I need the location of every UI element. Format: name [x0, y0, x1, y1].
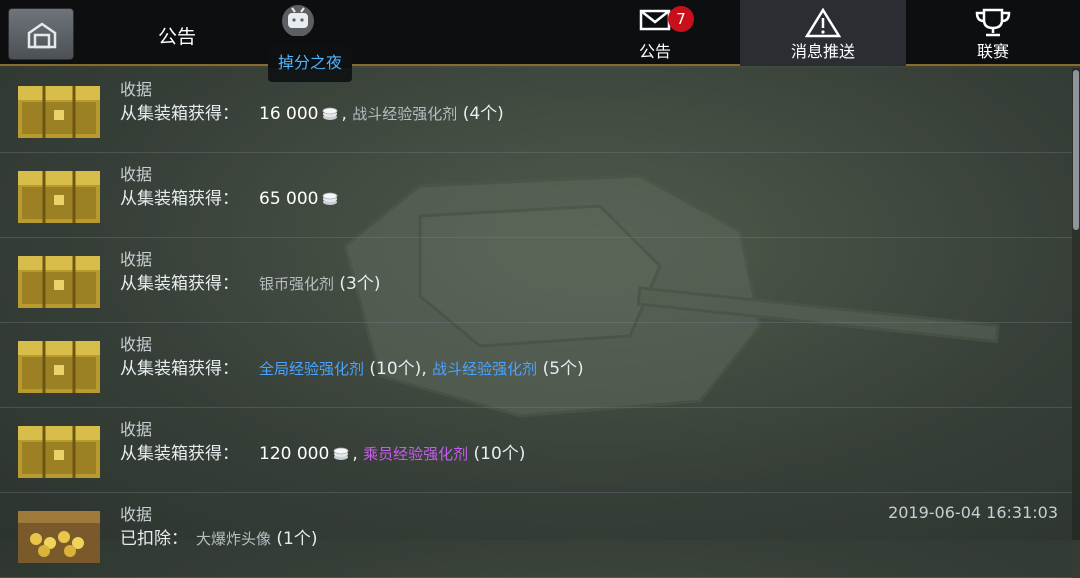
list-item[interactable]: 收据 从集装箱获得： 65 000	[0, 153, 1072, 238]
receipt-prefix: 从集装箱获得：	[120, 274, 239, 294]
receipt-title: 收据	[120, 250, 153, 269]
tab-push-notifications-label: 消息推送	[790, 42, 855, 61]
home-button[interactable]	[8, 8, 74, 60]
receipt-title: 收据	[120, 80, 153, 99]
list-item[interactable]: 收据 已扣除： 大爆炸头像 (1个) 2019-06-04 16:31:03	[0, 493, 1072, 578]
item-quantity: (5个)	[542, 359, 584, 379]
warning-icon	[805, 8, 841, 38]
receipt-line: 已扣除： 大爆炸头像 (1个)	[120, 524, 318, 549]
tab-league-label: 联赛	[976, 42, 1009, 61]
list-item[interactable]: 收据 从集装箱获得： 16 000, 战斗经验强化剂 (4个)	[0, 68, 1072, 153]
bilibili-tv-icon[interactable]	[280, 4, 316, 36]
item-quantity: (3个)	[339, 274, 381, 294]
receipt-prefix: 从集装箱获得：	[120, 444, 239, 464]
receipt-title: 收据	[120, 335, 153, 354]
treasure-chest-icon	[18, 511, 100, 563]
receipt-line: 从集装箱获得： 银币强化剂 (3个)	[120, 269, 381, 294]
gold-chest-icon	[18, 426, 100, 478]
gold-chest-icon	[18, 341, 100, 393]
item-name: 战斗经验强化剂	[432, 360, 538, 378]
item-quantity: (10个),	[369, 359, 427, 379]
gold-chest-icon	[18, 171, 100, 223]
item-separator: ,	[352, 444, 358, 464]
gold-chest-icon	[18, 256, 100, 308]
receipt-prefix: 已扣除：	[120, 529, 188, 549]
page-title: 公告	[158, 26, 197, 48]
receipt-line: 从集装箱获得： 16 000, 战斗经验强化剂 (4个)	[120, 99, 504, 124]
receipt-line: 从集装箱获得： 120 000, 乘员经验强化剂 (10个)	[120, 439, 525, 464]
list-item[interactable]: 收据 从集装箱获得： 120 000, 乘员经验强化剂 (10个)	[0, 408, 1072, 493]
tab-announcements-label: 公告	[638, 42, 671, 61]
receipt-title: 收据	[120, 505, 153, 524]
trophy-icon	[975, 8, 1011, 37]
receipt-title: 收据	[120, 420, 153, 439]
item-name: 银币强化剂	[259, 275, 335, 293]
top-bar: 公告 掉分之夜 公告 7 消息推送 联赛	[0, 0, 1080, 82]
silver-coin-icon	[323, 192, 338, 205]
receipt-prefix: 从集装箱获得：	[120, 189, 239, 209]
timestamp: 2019-06-04 16:31:03	[888, 503, 1058, 522]
credits-amount: 65 000	[259, 189, 319, 209]
receipt-line: 从集装箱获得： 65 000	[120, 184, 341, 209]
item-quantity: (10个)	[473, 444, 526, 464]
gold-chest-icon	[18, 86, 100, 138]
silver-coin-icon	[323, 107, 338, 120]
receipt-prefix: 从集装箱获得：	[120, 359, 239, 379]
scrollbar-thumb[interactable]	[1073, 70, 1079, 230]
item-name: 全局经验强化剂	[259, 360, 365, 378]
unread-badge: 7	[668, 6, 694, 32]
mail-icon	[639, 9, 671, 31]
item-quantity: (1个)	[276, 529, 318, 549]
item-separator: ,	[341, 104, 347, 124]
item-quantity: (4个)	[462, 104, 504, 124]
list-item[interactable]: 收据 从集装箱获得： 全局经验强化剂 (10个), 战斗经验强化剂 (5个)	[0, 323, 1072, 408]
tab-league[interactable]: 联赛	[920, 0, 1066, 66]
credits-amount: 16 000	[259, 104, 319, 124]
tab-announcements[interactable]: 公告	[600, 0, 710, 66]
credits-amount: 120 000	[259, 444, 330, 464]
silver-coin-icon	[333, 447, 349, 460]
receipt-title: 收据	[120, 165, 153, 184]
garage-icon	[27, 22, 57, 49]
tab-push-notifications[interactable]: 消息推送	[740, 0, 906, 66]
item-name: 乘员经验强化剂	[363, 445, 469, 463]
receipt-line: 从集装箱获得： 全局经验强化剂 (10个), 战斗经验强化剂 (5个)	[120, 354, 584, 379]
receipt-prefix: 从集装箱获得：	[120, 104, 239, 124]
notification-list[interactable]: 收据 从集装箱获得： 16 000, 战斗经验强化剂 (4个) 收据 从集装箱获得…	[0, 68, 1072, 578]
item-name: 大爆炸头像	[196, 530, 272, 548]
item-name: 战斗经验强化剂	[352, 105, 458, 123]
list-item[interactable]: 收据 从集装箱获得： 银币强化剂 (3个)	[0, 238, 1072, 323]
